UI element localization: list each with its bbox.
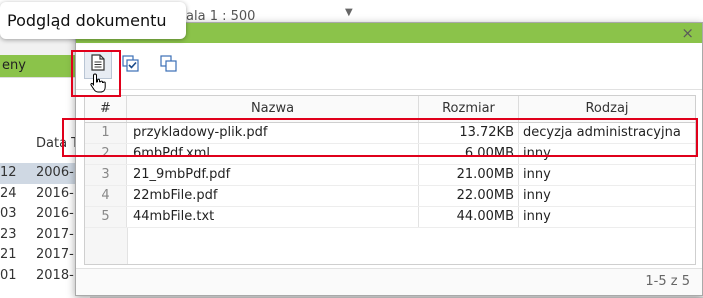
file-size: 44.00MB [419, 207, 519, 227]
background-id-cell[interactable]: 23 [0, 225, 36, 246]
file-size: 21.00MB [419, 165, 519, 185]
dialog-toolbar [76, 43, 702, 93]
close-icon[interactable]: × [681, 24, 694, 42]
table-row[interactable]: 3 21_9mbPdf.pdf 21.00MB inny [85, 165, 695, 186]
background-id-column: 12 24 03 23 21 01 [0, 125, 36, 286]
chevron-down-icon[interactable]: ▼ [345, 7, 353, 18]
tooltip: Podgląd dokumentu [0, 2, 186, 39]
row-number: 5 [85, 207, 127, 227]
table-header: # Nazwa Rozmiar Rodzaj [85, 96, 695, 123]
row-number: 2 [85, 144, 127, 164]
column-header-name[interactable]: Nazwa [127, 96, 419, 122]
file-type: inny [523, 146, 551, 161]
background-id-cell[interactable]: 12 [0, 163, 36, 184]
file-name: 21_9mbPdf.pdf [127, 165, 419, 185]
pagination-info: 1-5 z 5 [645, 274, 690, 289]
row-number: 1 [85, 123, 127, 143]
background-id-cell[interactable]: 21 [0, 245, 36, 266]
file-size: 22.00MB [419, 186, 519, 206]
documents-table: # Nazwa Rozmiar Rodzaj 1 przykladowy-pli… [84, 95, 696, 265]
table-row[interactable]: 4 22mbFile.pdf 22.00MB inny [85, 186, 695, 207]
file-name: 6mbPdf.xml [127, 144, 419, 164]
background-id-cell[interactable]: 24 [0, 184, 36, 205]
file-size: 6.00MB [419, 144, 519, 164]
file-name: 22mbFile.pdf [127, 186, 419, 206]
document-list-dialog: × # Nazwa Rozmiar Rodzaj 1 przykladowy-p… [75, 22, 703, 296]
copy-button[interactable] [156, 51, 182, 77]
file-name: przykladowy-plik.pdf [127, 123, 419, 143]
hand-cursor-icon [90, 73, 106, 93]
table-empty-area [85, 228, 695, 264]
dialog-footer: 1-5 z 5 [76, 268, 702, 295]
table-row[interactable]: 5 44mbFile.txt 44.00MB inny [85, 207, 695, 228]
file-name: 44mbFile.txt [127, 207, 419, 227]
table-row[interactable]: 2 6mbPdf.xml 6.00MB inny [85, 144, 695, 165]
column-header-number[interactable]: # [85, 96, 127, 122]
background-id-cell[interactable]: 03 [0, 204, 36, 225]
file-type: inny [523, 167, 551, 182]
checkbox-select-icon [122, 55, 139, 72]
file-size: 13.72KB [419, 123, 519, 143]
background-id-cell[interactable]: 01 [0, 266, 36, 287]
column-header-size[interactable]: Rozmiar [419, 96, 519, 122]
select-button[interactable] [118, 51, 144, 77]
file-type: inny [523, 209, 551, 224]
table-row[interactable]: 1 przykladowy-plik.pdf 13.72KB decyzja a… [85, 123, 695, 144]
file-type: inny [523, 188, 551, 203]
column-header-type[interactable]: Rodzaj [519, 96, 695, 122]
row-number: 4 [85, 186, 127, 206]
copy-windows-icon [160, 55, 177, 72]
file-type: decyzja administracyjna [523, 125, 681, 140]
row-number: 3 [85, 165, 127, 185]
